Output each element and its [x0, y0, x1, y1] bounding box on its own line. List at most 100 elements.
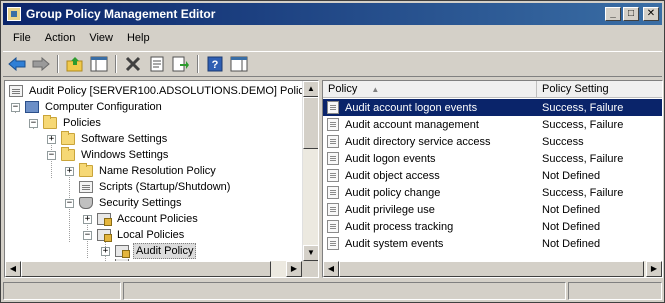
script-icon: [79, 181, 93, 193]
audit-policy-icon: [327, 237, 339, 250]
collapse-toggle[interactable]: −: [65, 198, 74, 208]
policy-doc-icon: [9, 85, 23, 97]
help-button[interactable]: ?: [205, 54, 225, 74]
policy-setting: Success: [542, 135, 584, 148]
gpme-app-icon: [7, 7, 21, 21]
policy-setting: Success, Failure: [542, 101, 624, 114]
tree-item-policies[interactable]: − Policies: [29, 115, 103, 131]
collapse-toggle[interactable]: −: [11, 102, 20, 112]
up-folder-icon: [66, 57, 83, 72]
menu-action[interactable]: Action: [39, 30, 82, 46]
list-row[interactable]: Audit directory service access Success: [323, 133, 662, 150]
audit-policy-icon: [327, 186, 339, 199]
up-level-button[interactable]: [65, 54, 85, 74]
collapse-toggle[interactable]: −: [29, 118, 38, 128]
export-list-button[interactable]: [171, 54, 191, 74]
policy-name: Audit system events: [345, 237, 444, 250]
expand-toggle[interactable]: +: [101, 246, 110, 256]
toolbar-separator: [57, 55, 59, 73]
policy-name: Audit account logon events: [345, 101, 478, 114]
column-header-policy-setting[interactable]: Policy Setting: [537, 81, 662, 98]
policy-setting: Success, Failure: [542, 152, 624, 165]
close-button[interactable]: ✕: [643, 7, 659, 21]
policy-folder-icon: [97, 229, 112, 242]
console-tree[interactable]: Audit Policy [SERVER100.ADSOLUTIONS.DEMO…: [4, 80, 319, 278]
policy-name: Audit object access: [345, 169, 440, 182]
tree-item-name-resolution-policy[interactable]: + Name Resolution Policy: [65, 163, 218, 179]
list-row[interactable]: Audit privilege use Not Defined: [323, 201, 662, 218]
properties-icon: [150, 56, 164, 72]
title-bar[interactable]: Group Policy Management Editor _ □ ✕: [3, 3, 662, 25]
scroll-thumb[interactable]: [21, 261, 271, 277]
policy-setting: Not Defined: [542, 237, 601, 250]
window-title: Group Policy Management Editor: [26, 7, 216, 21]
export-list-icon: [172, 56, 189, 72]
main-window: Group Policy Management Editor _ □ ✕ Fil…: [0, 0, 665, 303]
scroll-up-button[interactable]: ▲: [303, 81, 318, 97]
tree-item-account-policies[interactable]: + Account Policies: [83, 211, 200, 227]
menu-file[interactable]: File: [7, 30, 37, 46]
collapse-toggle[interactable]: −: [47, 150, 56, 160]
audit-policy-icon: [327, 135, 339, 148]
audit-policy-icon: [327, 101, 339, 114]
sort-ascending-icon: ▲: [371, 84, 380, 94]
help-icon: ?: [207, 56, 223, 72]
scroll-thumb[interactable]: [339, 261, 644, 277]
status-panel: [568, 282, 662, 300]
scroll-thumb[interactable]: [303, 97, 318, 149]
tree-item-label: Local Policies: [117, 229, 185, 241]
audit-policy-icon: [327, 220, 339, 233]
collapse-toggle[interactable]: −: [83, 230, 92, 240]
tree-item-security-settings[interactable]: − Security Settings: [65, 195, 184, 211]
list-row[interactable]: Audit policy change Success, Failure: [323, 184, 662, 201]
security-icon: [79, 197, 93, 209]
scroll-right-button[interactable]: ▶: [646, 261, 662, 277]
scroll-left-button[interactable]: ◀: [323, 261, 339, 277]
tree-horizontal-scrollbar[interactable]: ◀ ▶: [5, 261, 302, 277]
back-button[interactable]: [7, 54, 27, 74]
menu-help[interactable]: Help: [121, 30, 156, 46]
status-bar: [3, 282, 662, 301]
scroll-down-button[interactable]: ▼: [303, 245, 318, 261]
menu-bar: File Action View Help: [3, 28, 662, 48]
audit-policy-icon: [327, 203, 339, 216]
tree-item-root-policy[interactable]: Audit Policy [SERVER100.ADSOLUTIONS.DEMO…: [9, 83, 311, 99]
list-row[interactable]: Audit account logon events Success, Fail…: [323, 99, 662, 116]
show-hide-tree-button[interactable]: [89, 54, 109, 74]
list-row[interactable]: Audit object access Not Defined: [323, 167, 662, 184]
tree-item-local-policies[interactable]: − Local Policies: [83, 227, 186, 243]
scroll-right-button[interactable]: ▶: [286, 261, 302, 277]
policy-setting: Not Defined: [542, 220, 601, 233]
forward-button[interactable]: [31, 54, 51, 74]
menu-view[interactable]: View: [83, 30, 119, 46]
status-panel: [3, 282, 121, 300]
policy-name: Audit account management: [345, 118, 479, 131]
results-list[interactable]: Policy ▲ Policy Setting Audit account lo…: [322, 80, 663, 278]
back-icon: [8, 57, 26, 71]
expand-toggle[interactable]: +: [83, 214, 92, 224]
tree-item-label: Audit Policy [SERVER100.ADSOLUTIONS.DEMO…: [29, 85, 310, 97]
tree-item-software-settings[interactable]: + Software Settings: [47, 131, 169, 147]
list-horizontal-scrollbar[interactable]: ◀ ▶: [323, 261, 662, 277]
tree-vertical-scrollbar[interactable]: ▲ ▼: [302, 81, 318, 261]
expand-toggle[interactable]: +: [65, 166, 74, 176]
list-row[interactable]: Audit account management Success, Failur…: [323, 116, 662, 133]
policy-name: Audit process tracking: [345, 220, 454, 233]
minimize-button[interactable]: _: [605, 7, 621, 21]
tree-item-audit-policy[interactable]: + Audit Policy: [101, 243, 197, 259]
delete-button[interactable]: [123, 54, 143, 74]
maximize-button[interactable]: □: [623, 7, 639, 21]
policy-folder-icon: [115, 245, 130, 258]
tree-item-computer-configuration[interactable]: − Computer Configuration: [11, 99, 164, 115]
list-row[interactable]: Audit system events Not Defined: [323, 235, 662, 252]
tree-item-windows-settings[interactable]: − Windows Settings: [47, 147, 170, 163]
list-row[interactable]: Audit logon events Success, Failure: [323, 150, 662, 167]
folder-icon: [43, 115, 57, 129]
tree-item-scripts[interactable]: Scripts (Startup/Shutdown): [65, 179, 232, 195]
scroll-left-button[interactable]: ◀: [5, 261, 21, 277]
column-header-policy[interactable]: Policy ▲: [323, 81, 537, 98]
properties-button[interactable]: [147, 54, 167, 74]
list-row[interactable]: Audit process tracking Not Defined: [323, 218, 662, 235]
show-action-pane-button[interactable]: [229, 54, 249, 74]
expand-toggle[interactable]: +: [47, 134, 56, 144]
